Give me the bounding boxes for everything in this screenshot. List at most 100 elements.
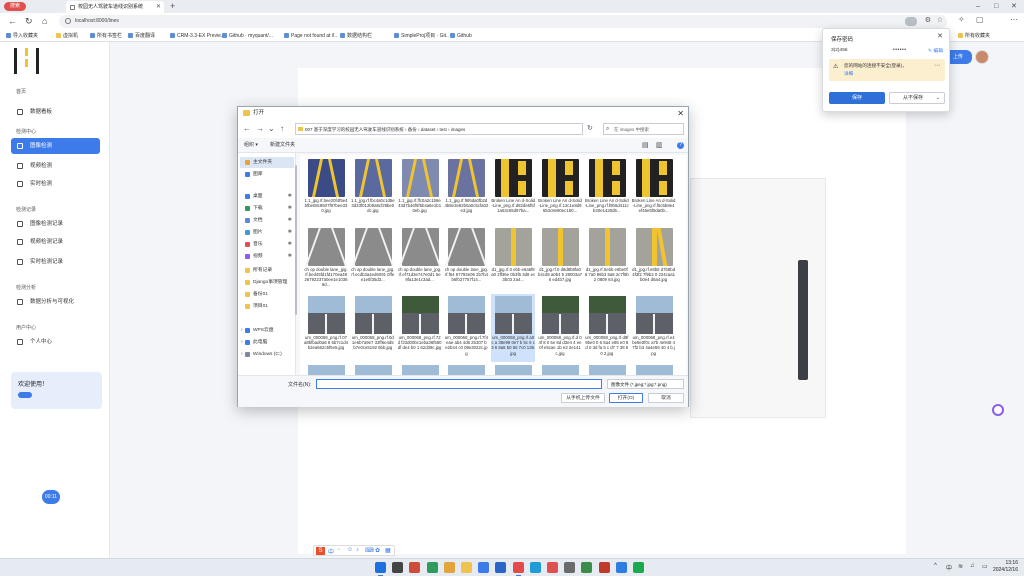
back-icon[interactable]: ← [8, 15, 17, 28]
dialog-close-icon[interactable]: ✕ [677, 107, 684, 120]
sidebar-item[interactable]: 实时检测 [11, 176, 100, 192]
nav-tree-item[interactable]: Django事项管理 [240, 277, 294, 288]
back-icon[interactable]: ← [243, 123, 251, 134]
file-item[interactable]: ch op double lane_jpg.rf.bed45fd1fd170ea… [304, 226, 348, 294]
bookmark-item[interactable]: 数据结构栏 [340, 30, 372, 42]
cancel-button[interactable]: 取消 [648, 393, 684, 403]
path-segment[interactable]: 007 基于深度学习的校园无人驾驶车道线识别系统 [305, 127, 404, 132]
close-window-button[interactable]: ✕ [1011, 0, 1017, 13]
file-item[interactable]: ch op double lane_jpg.rf.f64 57793e06 2b… [444, 226, 488, 294]
extension-icon[interactable]: ⚙ [925, 16, 931, 24]
save-password-button[interactable]: 保存 [829, 92, 885, 104]
close-tab-icon[interactable]: ✕ [156, 1, 161, 13]
menu-icon[interactable]: ⋯ [1010, 15, 1018, 24]
taskbar-app-icon[interactable] [633, 562, 644, 573]
nav-tree-item[interactable]: 视频 ✱ [240, 251, 294, 262]
sidebar-item[interactable]: 数据看板 [11, 104, 100, 120]
preview-pane-icon[interactable]: ▥ [656, 141, 663, 150]
taskbar-app-icon[interactable] [547, 562, 558, 573]
reload-icon[interactable]: ↻ [25, 15, 33, 28]
file-item[interactable]: um_000070.jpg [351, 363, 395, 375]
nav-tree-item[interactable]: › WPS云盘 [240, 325, 294, 336]
path-bar[interactable]: 007 基于深度学习的校园无人驾驶车道线识别系统 › 备份 › dataset … [295, 123, 583, 135]
organize-button[interactable]: 组织 ▾ [244, 138, 258, 153]
ime-menu-icon[interactable]: ▦ [385, 547, 391, 554]
bookmark-item[interactable]: Github · myquant/... [222, 30, 273, 42]
file-item[interactable]: d1_jpg.rf.0ebb e6be0f6 7a0 96b3 5a8 2c7f… [585, 226, 629, 294]
filetype-select[interactable]: 图像文件 (*.jpeg;*.jpg;*.png) [607, 379, 684, 389]
file-item[interactable]: 1.1_jpg.rf.fbc4a0c1d5e3d33f012b9a8cf29be… [351, 157, 395, 225]
battery-icon[interactable]: ▭ [982, 563, 988, 570]
taskbar-app-icon[interactable] [392, 562, 404, 573]
chevron-down-icon[interactable]: ⌄ [268, 123, 275, 134]
navigation-scrollbar[interactable] [295, 153, 298, 375]
refresh-icon[interactable]: ↻ [587, 123, 593, 135]
file-item[interactable]: um_000068_png.rf.07a8bfbad0a6 8 5b7c1d4b… [304, 294, 348, 362]
taskbar-app-icon[interactable] [512, 562, 524, 576]
sidebar-item[interactable]: 视频检测 [11, 158, 100, 174]
maximize-button[interactable]: □ [994, 0, 998, 13]
warning-details-link[interactable]: 详细 [844, 71, 853, 77]
ime-mode-icon[interactable]: 中 [328, 547, 334, 556]
file-item[interactable]: 1.1_jpg.rf.f6f6da0fb2d4b8e3e82b0a0c5cfa0… [444, 157, 488, 225]
file-item[interactable]: d1_jpg.rf.e8b5 d7b8bd4f3f2 7f9b2 0 224ca… [632, 226, 676, 294]
file-item[interactable]: Broken Line An d-Solid-Line_png.rf.f5c5b… [632, 157, 676, 225]
bookmark-item[interactable]: 所有书签栏 [90, 30, 122, 42]
file-item[interactable]: um_000068_png.rf.d 04f 8 0 5e 8d d3e4 4 … [538, 294, 582, 362]
file-item[interactable]: um_000071.jpg [398, 363, 442, 375]
file-item[interactable]: d1_jpg.rf.0 d8d8b8fa0 b4cd5 a0b4 5 28003… [538, 226, 582, 294]
home-icon[interactable]: ⌂ [42, 15, 47, 28]
bookmark-item[interactable]: Github [450, 30, 472, 42]
taskbar-app-icon[interactable] [581, 562, 593, 573]
file-item[interactable]: um_000076.jpg [632, 363, 676, 375]
never-save-button[interactable]: 从不保存 ⌄ [889, 92, 945, 104]
nav-tree-item[interactable]: 桌面 ✱ [240, 191, 294, 202]
taskbar-app-icon[interactable] [529, 562, 541, 573]
file-item[interactable]: um_000068_png.rf.72d f23d00bc1eba36f580d… [398, 294, 442, 362]
ime-mic-icon[interactable]: ♪ [356, 547, 359, 553]
ime-punct-icon[interactable]: ◦ [338, 547, 340, 553]
avatar[interactable] [975, 50, 989, 64]
file-item[interactable]: 1.1_jpg.rf.bee20f4f5e4bfbe08c8507f97bee3… [304, 157, 348, 225]
ime-skin-icon[interactable]: ✿ [375, 547, 380, 554]
site-info-icon[interactable] [65, 18, 71, 24]
sidebar-item[interactable]: 图像检测 [11, 138, 100, 154]
sidebar-item[interactable]: 个人中心 [11, 334, 100, 350]
nav-tree-item[interactable]: › 此电脑 [240, 337, 294, 348]
edit-link[interactable]: ✎ 编辑 [928, 47, 943, 54]
path-segment[interactable]: images [451, 127, 466, 132]
volume-icon[interactable]: ♫ [970, 563, 975, 569]
file-item[interactable]: um_000068_png.rf.7f4eae ab4 4d6 25307 b … [444, 294, 488, 362]
bookmark-item[interactable]: 虚拟机 [56, 30, 78, 42]
nav-tree-item[interactable]: 音乐 ✱ [240, 239, 294, 250]
help-icon[interactable]: ? [677, 142, 684, 149]
sidebar-item[interactable]: 图像检测记录 [11, 216, 100, 232]
address-bar[interactable]: localhost:8000/lines ⚙ ☆ [59, 15, 947, 28]
taskbar-app-icon[interactable] [564, 562, 576, 573]
taskbar-app-icon[interactable] [461, 562, 472, 573]
favorite-icon[interactable]: ☆ [937, 16, 943, 24]
popup-close-icon[interactable]: ✕ [937, 32, 943, 40]
file-item[interactable]: ch op double lane_jpg.rf.ecdb3a4ed6091 0… [351, 226, 395, 294]
nav-tree-item[interactable]: 所有记录 [240, 265, 294, 276]
assistant-icon[interactable] [992, 404, 1004, 416]
system-clock[interactable]: 13:16 2024/12/16 [993, 560, 1018, 574]
file-item[interactable]: um_000074.jpg [538, 363, 582, 375]
new-tab-icon[interactable]: + [170, 0, 175, 13]
minimize-button[interactable]: – [976, 0, 980, 13]
taskbar-app-icon[interactable] [443, 562, 455, 573]
file-item[interactable]: um_000068_png.rf.d8f9be0 0 6 5a4 e85 e0 … [585, 294, 629, 362]
expand-icon[interactable]: › [241, 349, 243, 360]
start-icon[interactable] [375, 562, 386, 576]
search-input[interactable]: 在 images 中搜索 [603, 123, 684, 135]
password-key-icon[interactable] [905, 17, 917, 26]
nav-tree-item[interactable]: 图片 ✱ [240, 227, 294, 238]
nav-tree-item[interactable]: › Windows (C:) [240, 349, 294, 360]
taskbar-app-icon[interactable] [615, 562, 627, 573]
file-item[interactable]: d1_jpg.rf.0 ebb e6a6f8a0 2ff36e 0b3f6 3d… [491, 226, 535, 294]
ime-indicator[interactable]: 中 [946, 563, 952, 572]
open-button[interactable]: 打开(O) [609, 393, 643, 403]
file-item[interactable]: um_000068_png.rf.e4be8e0f0c a7b 4e948 47… [632, 294, 676, 362]
file-item[interactable]: um_000069.jpg [304, 363, 348, 375]
expand-icon[interactable]: › [241, 337, 243, 348]
